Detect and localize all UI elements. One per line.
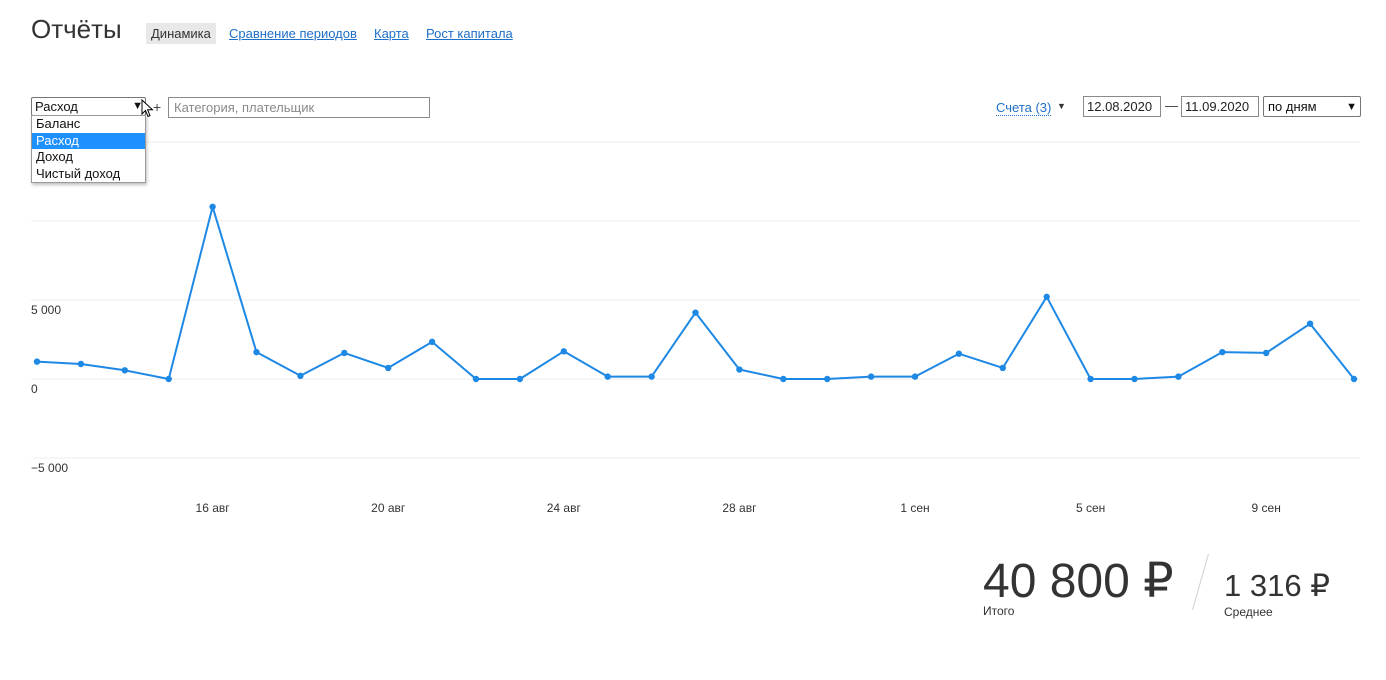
x-tick-label: 28 авг <box>722 501 757 515</box>
grouping-select[interactable]: по дням ▼ <box>1263 96 1361 117</box>
report-type-dropdown: Баланс Расход Доход Чистый доход <box>31 115 146 183</box>
x-tick-label: 16 авг <box>196 501 231 515</box>
chevron-down-icon: ▼ <box>1346 101 1357 113</box>
data-point[interactable] <box>911 373 919 380</box>
date-from-input[interactable]: 12.08.2020 <box>1083 96 1161 117</box>
accounts-selector[interactable]: Счета (3) <box>996 100 1052 116</box>
series-line <box>36 205 1355 380</box>
data-point[interactable] <box>33 358 41 365</box>
data-point[interactable] <box>955 350 963 357</box>
report-type-select[interactable]: Расход ▼ <box>31 97 146 116</box>
category-search-input[interactable] <box>168 97 430 118</box>
series-points <box>33 203 1358 383</box>
data-point[interactable] <box>341 349 348 357</box>
tab-map[interactable]: Карта <box>374 23 409 44</box>
data-point[interactable] <box>824 375 831 383</box>
data-point[interactable] <box>516 375 524 383</box>
expense-line-chart: 5 000 0 −5 000 16 авг 20 авг 24 авг 28 авг 1 с… <box>31 141 1360 515</box>
data-point[interactable] <box>736 366 743 373</box>
data-point[interactable] <box>1219 348 1226 356</box>
tab-capital-growth[interactable]: Рост капитала <box>426 23 513 44</box>
chart-grid <box>31 141 1360 459</box>
data-point[interactable] <box>297 372 304 380</box>
y-tick-label: 5 000 <box>31 303 61 317</box>
add-filter-button[interactable]: + <box>153 99 161 115</box>
page-title: Отчёты <box>31 14 122 44</box>
grouping-value: по дням <box>1268 99 1317 114</box>
average-amount: 1 316 ₽ <box>1224 568 1330 603</box>
y-tick-label: −5 000 <box>31 461 68 475</box>
total-amount: 40 800 ₽ <box>983 555 1174 608</box>
option-balance[interactable]: Баланс <box>32 116 145 133</box>
data-point[interactable] <box>867 373 875 380</box>
x-tick-label: 24 авг <box>547 501 582 515</box>
total-label: Итого <box>983 604 1015 618</box>
data-point[interactable] <box>121 367 128 374</box>
data-point[interactable] <box>1087 375 1094 383</box>
caret-down-icon: ▼ <box>1057 101 1066 111</box>
data-point[interactable] <box>648 373 655 380</box>
x-tick-label: 20 авг <box>371 501 406 515</box>
y-tick-label: 0 <box>31 382 38 396</box>
x-tick-label: 1 сен <box>900 501 929 515</box>
data-point[interactable] <box>385 364 392 372</box>
data-point[interactable] <box>1175 373 1182 380</box>
data-point[interactable] <box>1306 320 1314 327</box>
data-point[interactable] <box>560 348 567 355</box>
data-point[interactable] <box>253 348 260 356</box>
data-point[interactable] <box>692 309 699 316</box>
data-point[interactable] <box>1043 293 1050 301</box>
option-income[interactable]: Доход <box>32 149 145 166</box>
data-point[interactable] <box>428 338 436 346</box>
data-point[interactable] <box>780 375 787 383</box>
data-point[interactable] <box>165 375 172 383</box>
date-separator: — <box>1165 98 1178 113</box>
option-expense[interactable]: Расход <box>32 132 145 149</box>
data-point[interactable] <box>604 373 611 380</box>
report-type-value: Расход <box>35 99 78 114</box>
tab-dynamics[interactable]: Динамика <box>146 23 216 44</box>
x-tick-label: 5 сен <box>1076 501 1105 515</box>
data-point[interactable] <box>472 375 480 383</box>
data-point[interactable] <box>1263 349 1270 357</box>
average-label: Среднее <box>1224 605 1273 619</box>
x-tick-label: 9 сен <box>1252 501 1281 515</box>
y-axis-ticks: 5 000 0 −5 000 <box>31 303 68 475</box>
x-axis-ticks: 16 авг 20 авг 24 авг 28 авг 1 сен 5 сен 9 сен <box>196 501 1281 515</box>
data-point[interactable] <box>999 364 1006 372</box>
date-to-input[interactable]: 11.09.2020 <box>1181 96 1259 117</box>
tab-period-comparison[interactable]: Сравнение периодов <box>229 23 357 44</box>
data-point[interactable] <box>77 360 85 368</box>
summary-divider <box>1192 553 1209 611</box>
option-net-income[interactable]: Чистый доход <box>32 166 145 183</box>
series-line-path <box>36 205 1355 380</box>
data-point[interactable] <box>1131 375 1138 383</box>
data-point[interactable] <box>1350 375 1358 383</box>
data-point[interactable] <box>209 203 216 210</box>
